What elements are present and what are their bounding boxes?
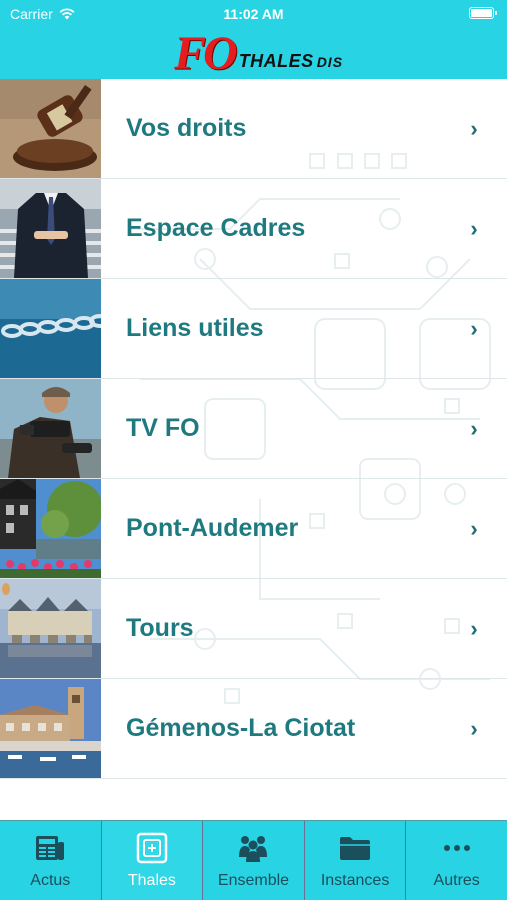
menu-item-label: Vos droits: [126, 114, 247, 142]
logo-brand-name: THALES: [238, 51, 314, 71]
menu-item-label: Tours: [126, 614, 194, 642]
tab-label: Actus: [30, 872, 71, 889]
more-icon: [439, 831, 475, 865]
tab-actus[interactable]: Actus: [0, 821, 102, 900]
tab-thales[interactable]: Thales: [101, 821, 204, 900]
chevron-right-icon: ›: [470, 515, 478, 541]
menu-item-label: Gémenos-La Ciotat: [126, 714, 356, 742]
menu-item-label: TV FO: [126, 414, 200, 442]
menu-item-espace-cadres[interactable]: Espace Cadres ›: [0, 179, 507, 279]
chevron-right-icon: ›: [470, 615, 478, 641]
tab-label: Autres: [433, 872, 480, 889]
newspaper-icon: [32, 831, 68, 865]
menu-item-label: Liens utiles: [126, 314, 264, 342]
businessman-thumbnail: [0, 179, 101, 278]
chain-thumbnail: [0, 279, 101, 378]
tab-autres[interactable]: Autres: [406, 821, 507, 900]
group-icon: [235, 831, 271, 865]
la-ciotat-thumbnail: [0, 679, 101, 778]
app-header: Carrier 11:02 AM FO THALES DIS: [0, 0, 507, 79]
chevron-right-icon: ›: [470, 215, 478, 241]
thales-icon: [134, 831, 170, 865]
cameraman-thumbnail: [0, 379, 101, 478]
chevron-right-icon: ›: [470, 315, 478, 341]
chevron-right-icon: ›: [470, 415, 478, 441]
chevron-right-icon: ›: [470, 115, 478, 141]
tab-label: Thales: [127, 872, 176, 889]
tab-ensemble[interactable]: Ensemble: [203, 821, 305, 900]
logo-brand: THALES DIS: [239, 51, 343, 72]
menu-item-label: Espace Cadres: [126, 214, 306, 242]
chevron-right-icon: ›: [470, 715, 478, 741]
tours-thumbnail: [0, 579, 101, 678]
menu-list[interactable]: Vos droits › Espace Cadres › Liens utile…: [0, 79, 507, 820]
battery-icon: [469, 7, 497, 19]
menu-item-tours[interactable]: Tours ›: [0, 579, 507, 679]
pont-audemer-thumbnail: [0, 479, 101, 578]
menu-item-label: Pont-Audemer: [126, 514, 299, 542]
status-bar: Carrier 11:02 AM: [0, 0, 507, 28]
tab-label: Ensemble: [217, 872, 290, 889]
menu-item-tv-fo[interactable]: TV FO ›: [0, 379, 507, 479]
tab-bar: Actus Thales Ensemble Instances Autres: [0, 820, 507, 900]
tab-label: Instances: [320, 872, 390, 889]
menu-item-pont-audemer[interactable]: Pont-Audemer ›: [0, 479, 507, 579]
clock: 11:02 AM: [223, 6, 284, 22]
menu-item-vos-droits[interactable]: Vos droits ›: [0, 79, 507, 179]
logo-suffix: DIS: [316, 54, 344, 70]
logo-fo: FO: [174, 27, 238, 80]
app-logo: FO THALES DIS: [174, 27, 343, 80]
menu-item-liens-utiles[interactable]: Liens utiles ›: [0, 279, 507, 379]
tab-instances[interactable]: Instances: [305, 821, 407, 900]
menu-item-gemenos-la-ciotat[interactable]: Gémenos-La Ciotat ›: [0, 679, 507, 779]
gavel-thumbnail: [0, 79, 101, 178]
folder-icon: [337, 831, 373, 865]
